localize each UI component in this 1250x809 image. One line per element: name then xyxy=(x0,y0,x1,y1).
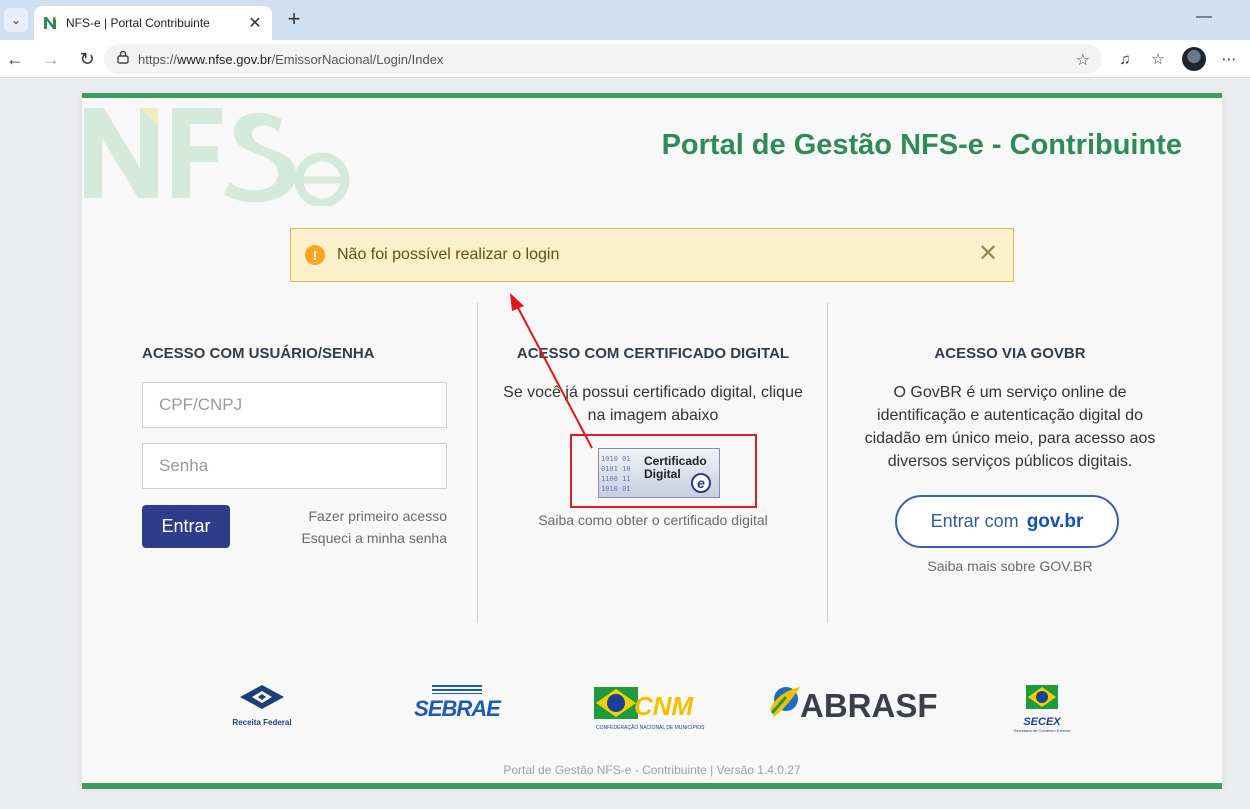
forward-icon[interactable]: → xyxy=(40,48,62,70)
url-text: https://www.nfse.gov.br/EmissorNacional/… xyxy=(138,51,444,67)
forgot-password-link[interactable]: Esqueci a minha senha xyxy=(232,530,447,546)
bottom-accent-bar xyxy=(82,783,1222,789)
warning-icon: ! xyxy=(305,245,325,265)
reload-icon[interactable]: ↻ xyxy=(76,48,98,70)
certificate-image-highlight: 1010 01 0101 10 1100 11 1010 01 Certific… xyxy=(570,434,757,508)
govbr-login-button[interactable]: Entrar com gov.br xyxy=(895,495,1119,548)
tab-close-icon[interactable]: ✕ xyxy=(246,13,264,33)
govbr-button-label: Entrar com xyxy=(930,511,1019,531)
address-bar[interactable]: https://www.nfse.gov.br/EmissorNacional/… xyxy=(104,44,1102,74)
password-input[interactable]: Senha xyxy=(142,443,447,489)
user-login-title: ACESSO COM USUÁRIO/SENHA xyxy=(142,345,375,362)
e-cert-icon: e xyxy=(691,473,711,493)
version-footer: Portal de Gestão NFS-e - Contribuinte | … xyxy=(503,763,801,777)
certificate-description: Se você já possui certificado digital, c… xyxy=(503,384,803,424)
favorites-icon[interactable]: ☆ xyxy=(1147,49,1169,71)
secex-logo: SECEX Secretaria de Comércio Exterior xyxy=(1007,683,1077,733)
cpf-cnpj-input[interactable]: CPF/CNPJ xyxy=(142,382,447,428)
login-card: Portal de Gestão NFS-e - Contribuinte ! … xyxy=(82,93,1222,789)
tab-title: NFS-e | Portal Contribuinte xyxy=(66,16,210,30)
back-icon[interactable]: ← xyxy=(4,48,26,70)
login-submit-button[interactable]: Entrar xyxy=(142,505,230,548)
minimize-window-icon[interactable]: — xyxy=(1196,8,1212,26)
certificate-login-title: ACESSO COM CERTIFICADO DIGITAL xyxy=(516,345,790,362)
svg-text:0101 10: 0101 10 xyxy=(601,465,631,473)
alert-message: Não foi possível realizar o login xyxy=(337,246,560,263)
certificate-help-link[interactable]: Saiba como obter o certificado digital xyxy=(478,512,828,528)
profile-avatar[interactable] xyxy=(1182,47,1206,71)
read-aloud-icon[interactable]: ♫ xyxy=(1114,49,1136,71)
receita-federal-logo: Receita Federal xyxy=(227,683,297,727)
browser-toolbar: ← → ↻ https://www.nfse.gov.br/EmissorNac… xyxy=(0,40,1250,78)
favorite-star-icon[interactable]: ☆ xyxy=(1076,50,1090,70)
svg-text:1010 01: 1010 01 xyxy=(601,455,631,463)
new-tab-icon[interactable]: + xyxy=(282,6,306,32)
password-placeholder: Senha xyxy=(159,456,209,475)
svg-text:1010 01: 1010 01 xyxy=(601,485,631,493)
login-error-alert: ! Não foi possível realizar o login ✕ xyxy=(290,228,1014,282)
more-options-icon[interactable]: ⋯ xyxy=(1218,49,1240,71)
nfse-favicon-icon xyxy=(42,15,58,31)
certificate-digital-image[interactable]: 1010 01 0101 10 1100 11 1010 01 Certific… xyxy=(598,448,720,498)
browser-tab-bar: ⌄ NFS-e | Portal Contribuinte ✕ + — xyxy=(0,0,1250,40)
nfse-watermark-logo xyxy=(84,108,350,206)
govbr-login-title: ACESSO VIA GOVBR xyxy=(934,345,1086,362)
close-icon[interactable]: ✕ xyxy=(977,242,999,266)
browser-tab[interactable]: NFS-e | Portal Contribuinte ✕ xyxy=(34,6,272,40)
govbr-description: O GovBR é um serviço online de identific… xyxy=(864,384,1156,470)
page-title: Portal de Gestão NFS-e - Contribuinte xyxy=(661,129,1182,161)
lock-icon xyxy=(116,50,130,69)
govbr-help-link[interactable]: Saiba mais sobre GOV.BR xyxy=(828,558,1192,574)
tab-actions-menu-icon[interactable]: ⌄ xyxy=(4,8,28,32)
svg-text:1100 11: 1100 11 xyxy=(601,475,631,483)
sebrae-logo: SEBRAE xyxy=(412,685,502,722)
govbr-logo: gov.br xyxy=(1026,510,1084,532)
cpf-cnpj-placeholder: CPF/CNPJ xyxy=(159,395,243,414)
first-access-link[interactable]: Fazer primeiro acesso xyxy=(232,508,448,524)
